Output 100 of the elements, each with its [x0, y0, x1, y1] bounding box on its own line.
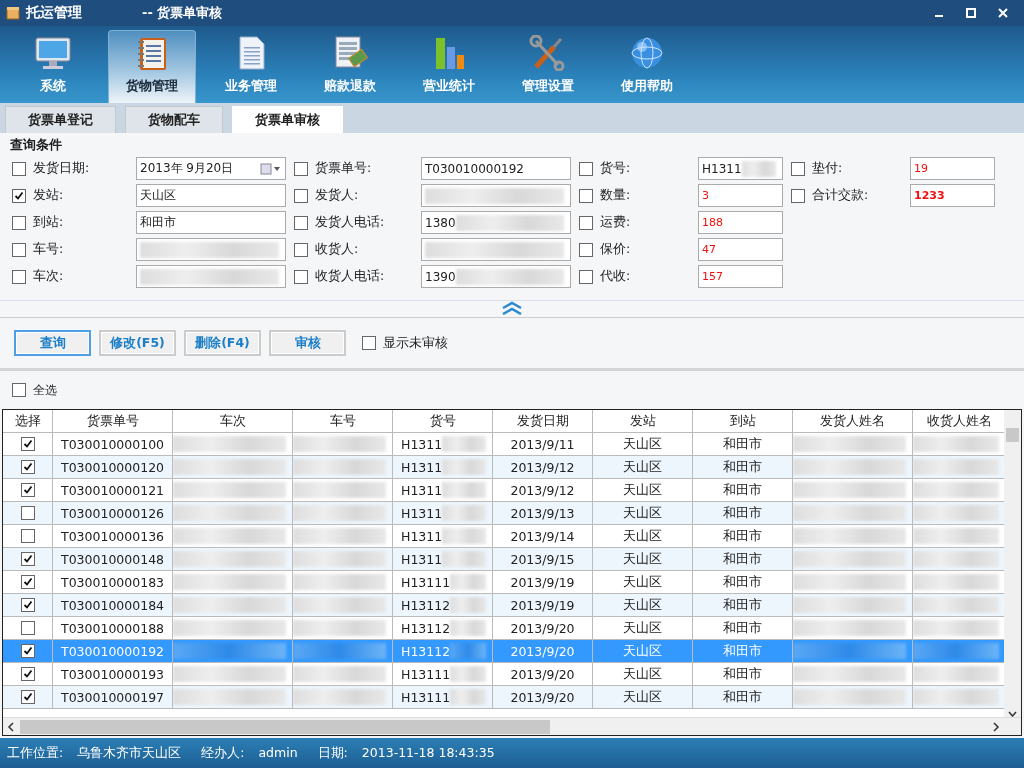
table-row[interactable]: T030010000100 H1311 2013/9/11 天山区 和田市: [3, 433, 1004, 456]
checkbox[interactable]: [20, 506, 35, 520]
checkbox[interactable]: [12, 242, 26, 257]
input-field[interactable]: 19: [910, 157, 995, 180]
column-header[interactable]: 选择: [3, 410, 53, 433]
module-tab[interactable]: 业务管理: [207, 30, 295, 103]
module-tab[interactable]: 管理设置: [504, 30, 592, 103]
table-row[interactable]: T030010000197 H13111 2013/9/20 天山区 和田市: [3, 686, 1004, 709]
calendar-dropdown-icon[interactable]: [260, 162, 282, 175]
scroll-right-icon[interactable]: [991, 721, 1001, 732]
vertical-scrollbar[interactable]: [1004, 410, 1021, 717]
column-header[interactable]: 货票单号: [53, 410, 173, 433]
table-row[interactable]: T030010000120 H1311 2013/9/12 天山区 和田市: [3, 456, 1004, 479]
checkbox[interactable]: [12, 383, 26, 397]
box-icon: [6, 6, 20, 20]
column-header[interactable]: 车次: [173, 410, 293, 433]
page-tab[interactable]: 货票单登记: [5, 106, 116, 133]
table-row[interactable]: T030010000126 H1311 2013/9/13 天山区 和田市: [3, 502, 1004, 525]
input-field[interactable]: T030010000192: [421, 157, 571, 180]
checkbox[interactable]: [294, 215, 308, 230]
table-row[interactable]: T030010000193 H13111 2013/9/20 天山区 和田市: [3, 663, 1004, 686]
input-field[interactable]: [421, 184, 571, 207]
checkbox[interactable]: [12, 188, 26, 203]
page-tab[interactable]: 货票单审核: [232, 106, 343, 133]
action-button[interactable]: 审核: [269, 330, 346, 356]
maximize-icon[interactable]: [966, 8, 976, 18]
checkbox[interactable]: [579, 188, 593, 203]
column-header[interactable]: 到站: [693, 410, 793, 433]
page-tab[interactable]: 货物配车: [125, 106, 223, 133]
checkbox[interactable]: [579, 269, 593, 284]
blurred-value: [442, 436, 486, 452]
checkbox[interactable]: [294, 161, 308, 176]
checkbox[interactable]: [791, 188, 805, 203]
module-tab[interactable]: 系统: [9, 30, 97, 103]
status-value: 乌鲁木齐市天山区: [77, 744, 182, 762]
checkbox[interactable]: [791, 161, 805, 176]
input-field[interactable]: [421, 238, 571, 261]
scroll-thumb[interactable]: [20, 719, 550, 734]
input-field[interactable]: 157: [698, 265, 783, 288]
table-cell: H13112: [401, 620, 451, 636]
checkbox[interactable]: [579, 242, 593, 257]
input-field[interactable]: [136, 265, 286, 288]
checkbox[interactable]: [20, 575, 35, 589]
close-icon[interactable]: [998, 8, 1008, 18]
scroll-down-icon[interactable]: [1008, 711, 1017, 717]
checkbox[interactable]: [20, 552, 35, 566]
checkbox[interactable]: [579, 161, 593, 176]
field-label: 发站:: [32, 187, 65, 204]
date-picker[interactable]: 2013年 9月20日: [136, 157, 286, 180]
checkbox[interactable]: [20, 483, 35, 497]
table-row[interactable]: T030010000188 H13112 2013/9/20 天山区 和田市: [3, 617, 1004, 640]
column-header[interactable]: 发货人姓名: [793, 410, 913, 433]
checkbox[interactable]: [362, 336, 376, 350]
table-row[interactable]: T030010000121 H1311 2013/9/12 天山区 和田市: [3, 479, 1004, 502]
action-button[interactable]: 修改(F5): [99, 330, 176, 356]
table-row[interactable]: T030010000136 H1311 2013/9/14 天山区 和田市: [3, 525, 1004, 548]
checkbox[interactable]: [294, 188, 308, 203]
checkbox[interactable]: [20, 644, 35, 658]
table-row[interactable]: T030010000148 H1311 2013/9/15 天山区 和田市: [3, 548, 1004, 571]
input-field[interactable]: H1311: [698, 157, 783, 180]
input-field[interactable]: 和田市: [136, 211, 286, 234]
checkbox[interactable]: [294, 242, 308, 257]
checkbox[interactable]: [294, 269, 308, 284]
column-header[interactable]: 货号: [393, 410, 493, 433]
checkbox[interactable]: [12, 161, 26, 176]
table-row[interactable]: T030010000183 H13111 2013/9/19 天山区 和田市: [3, 571, 1004, 594]
module-tab[interactable]: 营业统计: [405, 30, 493, 103]
scroll-thumb[interactable]: [1006, 428, 1019, 442]
checkbox[interactable]: [12, 215, 26, 230]
table-cell: H1311: [401, 459, 443, 475]
column-header[interactable]: 发货日期: [493, 410, 593, 433]
input-field[interactable]: 1233: [910, 184, 995, 207]
checkbox[interactable]: [20, 598, 35, 612]
table-row[interactable]: T030010000184 H13112 2013/9/19 天山区 和田市: [3, 594, 1004, 617]
module-tab[interactable]: 使用帮助: [603, 30, 691, 103]
checkbox[interactable]: [20, 621, 35, 635]
field-label: 垫付:: [811, 160, 844, 177]
checkbox[interactable]: [20, 529, 35, 543]
action-button[interactable]: 查询: [14, 330, 91, 356]
horizontal-scrollbar[interactable]: [3, 717, 1021, 735]
input-field[interactable]: 3: [698, 184, 783, 207]
input-field[interactable]: 天山区: [136, 184, 286, 207]
checkbox[interactable]: [20, 437, 35, 451]
checkbox[interactable]: [20, 667, 35, 681]
input-field[interactable]: [136, 238, 286, 261]
input-field[interactable]: 1390: [421, 265, 571, 288]
input-field[interactable]: 1380: [421, 211, 571, 234]
blurred-value: [450, 666, 486, 682]
module-tab[interactable]: 货物管理: [108, 30, 196, 103]
collapse-chevron-icon[interactable]: [501, 301, 523, 315]
input-field[interactable]: 47: [698, 238, 783, 261]
module-tab[interactable]: 赔款退款: [306, 30, 394, 103]
input-field[interactable]: 188: [698, 211, 783, 234]
column-header[interactable]: 车号: [293, 410, 393, 433]
checkbox[interactable]: [579, 215, 593, 230]
checkbox[interactable]: [20, 460, 35, 474]
action-button[interactable]: 删除(F4): [184, 330, 261, 356]
checkbox[interactable]: [12, 269, 26, 284]
column-header[interactable]: 发站: [593, 410, 693, 433]
checkbox[interactable]: [20, 690, 35, 704]
